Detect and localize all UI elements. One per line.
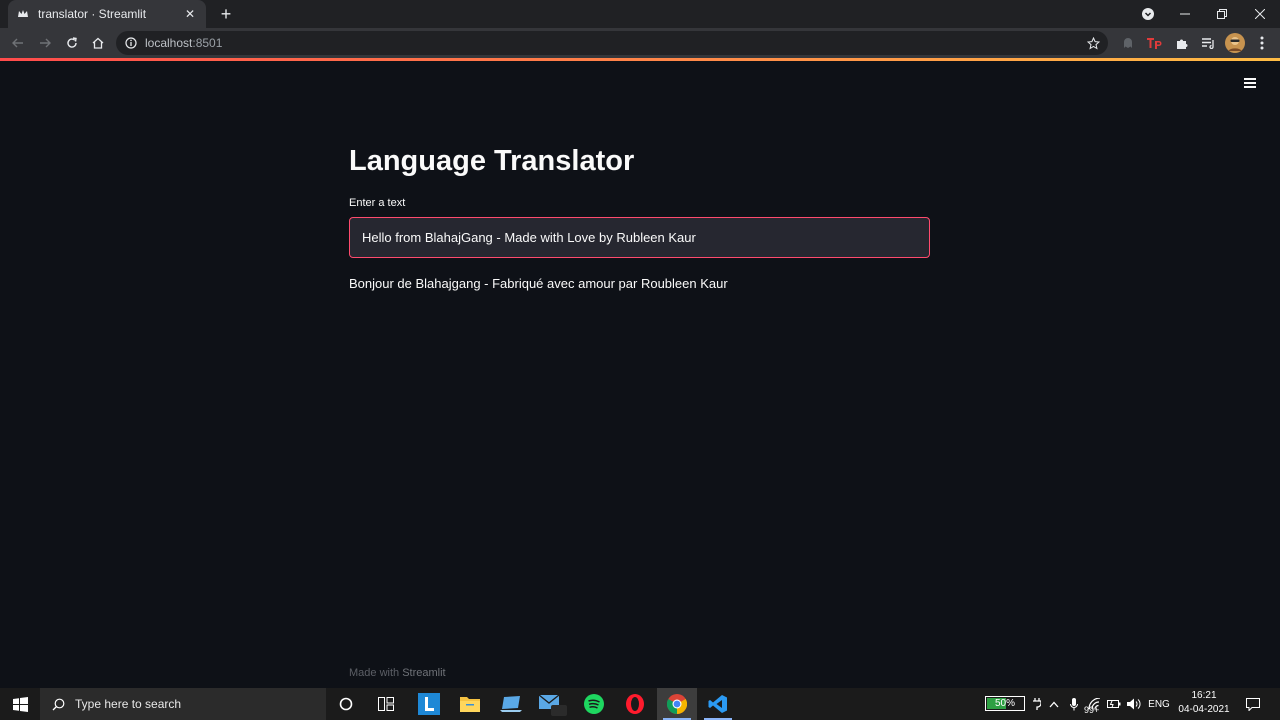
taskbar-file-explorer[interactable] [450, 688, 490, 720]
ghost-icon [1124, 38, 1132, 48]
wifi-icon[interactable] [1086, 688, 1104, 720]
vscode-icon [708, 695, 727, 713]
translation-output: Bonjour de Blahajgang - Fabriqué avec am… [349, 276, 728, 291]
tab-title: translator · Streamlit [38, 7, 147, 21]
profile-avatar[interactable] [1223, 31, 1247, 55]
task-view-button[interactable] [366, 688, 406, 720]
home-button[interactable] [86, 31, 110, 55]
taskbar-search-box[interactable]: Type here to search [40, 688, 326, 720]
clock-date: 04-04-2021 [1178, 704, 1230, 715]
reading-list-button[interactable] [1196, 31, 1220, 55]
taskbar-opera[interactable] [615, 688, 655, 720]
folder-icon [460, 697, 480, 712]
streamlit-app: Language Translator Enter a text Bonjour… [0, 61, 1280, 688]
clock-time: 16:21 [1191, 690, 1217, 701]
cortana-button[interactable] [326, 688, 366, 720]
address-bar[interactable]: localhost:8501 [116, 31, 1108, 55]
l-app-icon [418, 693, 440, 715]
taskbar-spotify[interactable] [574, 688, 614, 720]
taskbar-app-tile[interactable] [491, 688, 531, 720]
tab-close-button[interactable]: ✕ [182, 7, 198, 21]
notifications-button[interactable] [1240, 688, 1266, 720]
close-icon [1255, 9, 1265, 19]
minimize-icon [1180, 13, 1190, 15]
reload-icon [67, 37, 77, 48]
cortana-circle-icon [339, 697, 353, 711]
start-button[interactable] [0, 688, 40, 720]
laptop-app-icon [500, 696, 522, 712]
text-input-label: Enter a text [349, 197, 406, 209]
chevron-down-circle-icon [1142, 8, 1154, 20]
forward-button[interactable] [33, 31, 57, 55]
page-title: Language Translator [349, 145, 635, 177]
browser-tab-bar: translator · Streamlit ✕ + [0, 0, 1280, 28]
volume-icon[interactable] [1126, 688, 1142, 720]
taskbar-vscode[interactable] [698, 688, 738, 720]
extension-tp-button[interactable] [1143, 31, 1167, 55]
taskbar-app-l[interactable] [409, 688, 449, 720]
language-indicator[interactable]: ENG [1146, 688, 1172, 720]
battery-tray-icon[interactable] [1106, 688, 1122, 720]
battery-indicator[interactable]: 50% [985, 696, 1025, 711]
playlist-icon [1202, 38, 1214, 49]
footer: Made with Streamlit [349, 667, 446, 679]
windows-taskbar: Type here to search 99+ 50% ENG 16:21 04… [0, 688, 1280, 720]
info-icon[interactable] [125, 37, 137, 49]
arrow-right-icon [40, 38, 51, 48]
tp-logo-icon [1147, 38, 1162, 49]
url-text: localhost:8501 [145, 36, 222, 50]
taskbar-chrome[interactable] [657, 688, 697, 720]
task-view-icon [378, 697, 394, 711]
url-port: :8501 [192, 36, 223, 50]
main-menu-hamburger-icon[interactable] [1240, 76, 1260, 92]
reload-button[interactable] [60, 31, 84, 55]
avatar-icon [1225, 33, 1245, 53]
footer-prefix: Made with [349, 667, 403, 679]
home-icon [92, 37, 104, 49]
opera-icon [626, 694, 644, 714]
windows-logo-icon [12, 696, 28, 712]
search-icon [52, 698, 65, 710]
streamlit-crown-icon [16, 7, 30, 21]
microphone-icon[interactable] [1066, 688, 1082, 720]
notification-chat-icon [1246, 697, 1260, 711]
more-vertical-icon [1260, 36, 1264, 50]
power-plug-icon[interactable] [1030, 688, 1044, 720]
close-window-button[interactable] [1242, 0, 1278, 28]
spotify-icon [584, 694, 604, 714]
show-hidden-icons-chevron-up-icon[interactable] [1046, 688, 1062, 720]
taskbar-mail[interactable]: 99+ [532, 688, 1099, 720]
minimize-button[interactable] [1167, 0, 1203, 28]
tab-search-button[interactable] [1130, 0, 1166, 28]
search-placeholder: Type here to search [75, 697, 182, 711]
puzzle-icon [1176, 39, 1187, 49]
system-clock[interactable]: 16:21 04-04-2021 [1172, 689, 1236, 719]
bookmark-star-icon[interactable] [1087, 36, 1100, 50]
mail-icon [538, 694, 567, 716]
chrome-icon [667, 694, 687, 714]
battery-percent: 50% [994, 698, 1015, 709]
extension-ghost-button[interactable] [1116, 31, 1140, 55]
browser-menu-button[interactable] [1250, 31, 1274, 55]
translate-text-input[interactable] [349, 217, 930, 258]
restore-icon [1217, 9, 1227, 19]
browser-toolbar: localhost:8501 [0, 28, 1280, 58]
new-tab-button[interactable]: + [216, 4, 236, 24]
streamlit-link[interactable]: Streamlit [402, 667, 445, 679]
browser-tab[interactable]: translator · Streamlit ✕ [8, 0, 206, 28]
back-button[interactable] [6, 31, 30, 55]
url-host: localhost [145, 36, 193, 50]
extensions-button[interactable] [1169, 31, 1193, 55]
arrow-left-icon [12, 38, 23, 48]
restore-button[interactable] [1204, 0, 1240, 28]
